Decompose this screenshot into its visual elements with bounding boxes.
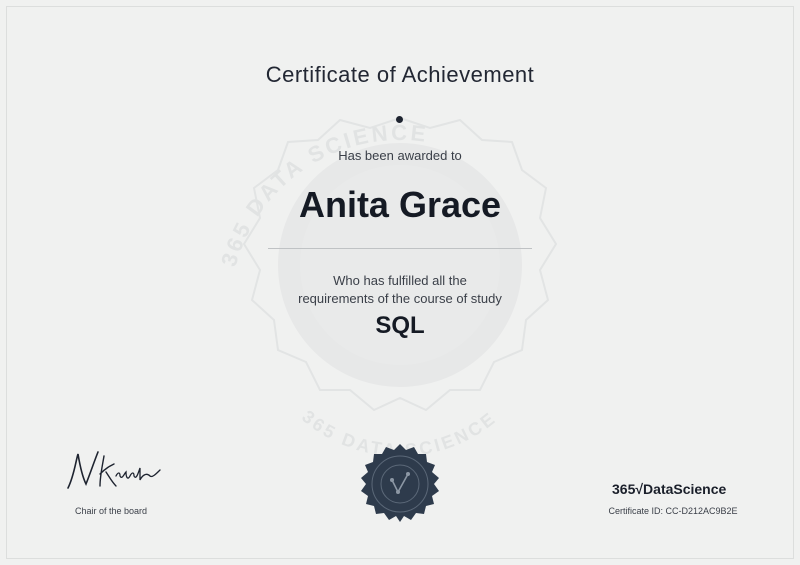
recipient-name: Anita Grace (298, 184, 502, 225)
description-line-1: Who has fulfilled all the (333, 273, 467, 288)
brand-logo: 365√DataScience (612, 481, 727, 497)
certificate-id: Certificate ID: CC-D212AC9B2E (608, 506, 738, 516)
divider (268, 248, 532, 249)
course-name: SQL (375, 312, 425, 339)
certificate-title: Certificate of Achievement (265, 62, 535, 87)
awarded-text: Has been awarded to (338, 148, 462, 163)
description-line-2: requirements of the course of study (298, 291, 502, 306)
title-dot (396, 116, 403, 123)
signature-image (67, 451, 161, 489)
signature-label: Chair of the board (74, 506, 148, 516)
course-description: Who has fulfilled all the requirements o… (0, 272, 800, 308)
certificate: 365 DATA SCIENCE 365 DATA SCIENCE Certif… (0, 0, 800, 565)
seal-badge (361, 444, 439, 522)
